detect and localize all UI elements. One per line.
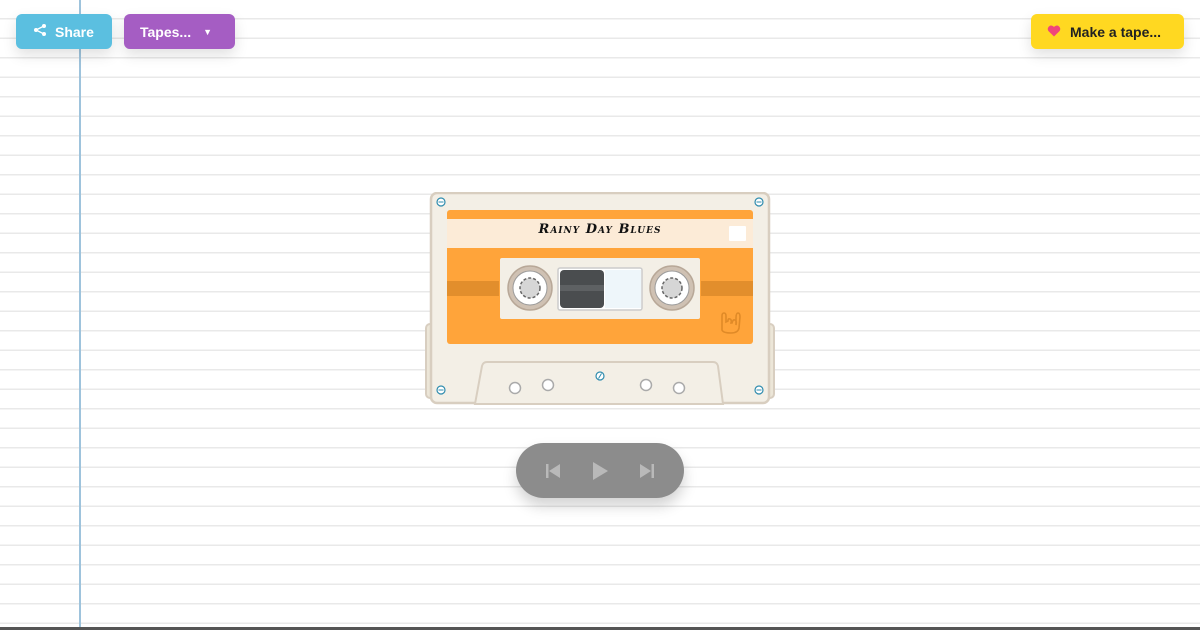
- tapes-label: Tapes...: [140, 23, 192, 40]
- cassette-tape: Rainy Day Blues: [425, 192, 775, 410]
- share-button[interactable]: Share: [16, 14, 112, 49]
- previous-icon[interactable]: [536, 454, 570, 488]
- player-controls: [516, 443, 684, 498]
- notebook-margin-line: [79, 0, 81, 630]
- next-icon[interactable]: [630, 454, 664, 488]
- tapes-dropdown-button[interactable]: Tapes... ▼: [124, 14, 235, 49]
- heart-icon: [1047, 24, 1061, 40]
- cassette-title: Rainy Day Blues: [538, 222, 662, 237]
- make-tape-button[interactable]: Make a tape...: [1031, 14, 1184, 49]
- share-label: Share: [55, 23, 94, 40]
- share-icon: [33, 23, 47, 40]
- play-icon[interactable]: [583, 454, 617, 488]
- caret-down-icon: ▼: [203, 26, 213, 37]
- make-tape-label: Make a tape...: [1070, 23, 1162, 40]
